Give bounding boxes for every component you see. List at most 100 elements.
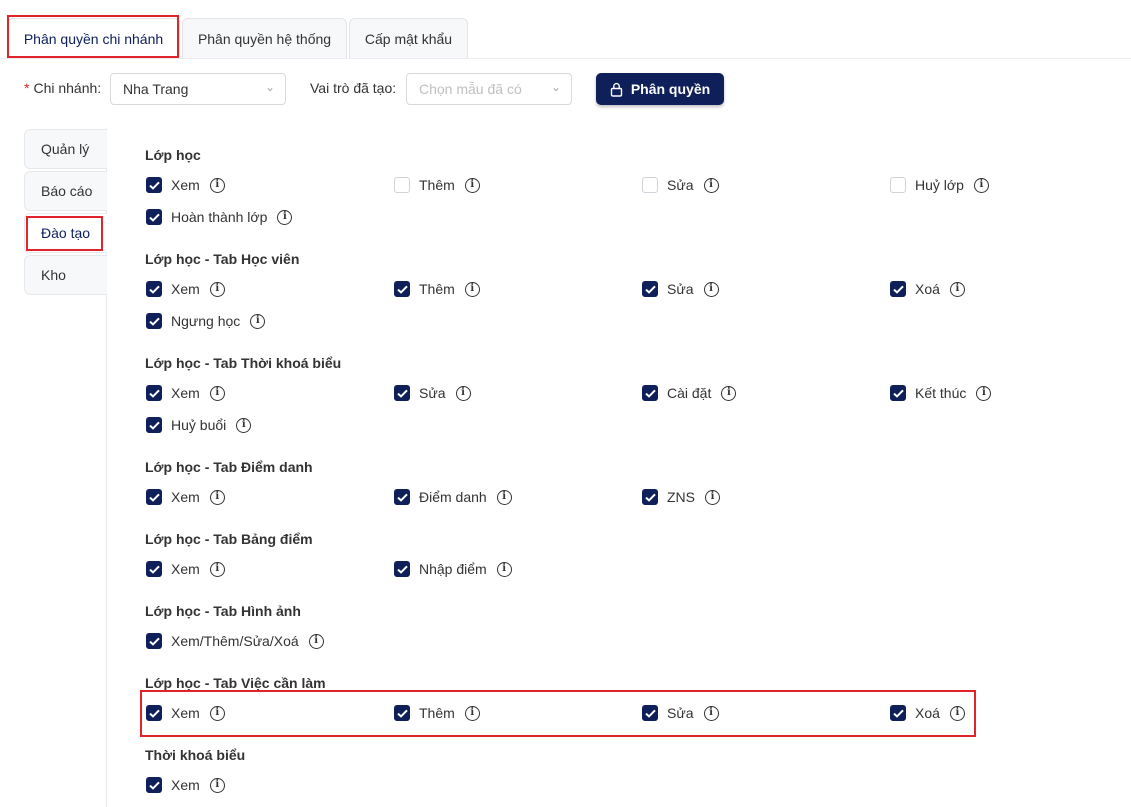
section-title: Lớp học - Tab Điểm danh — [145, 459, 313, 475]
permission-label: Huỷ buổi — [171, 417, 227, 433]
info-icon[interactable]: i — [976, 385, 992, 401]
sidebar-item-warehouse[interactable]: Kho — [24, 255, 107, 295]
checkbox-checked-icon[interactable] — [890, 385, 906, 401]
permission-xem-checkbox[interactable]: Xem i — [146, 487, 225, 507]
chevron-down-icon: ⌄ — [550, 80, 561, 94]
permission-sua-checkbox[interactable]: Sửa i — [394, 383, 471, 403]
permission-label: Cài đặt — [667, 385, 712, 401]
checkbox-checked-icon[interactable] — [146, 177, 162, 193]
info-icon[interactable]: i — [949, 281, 965, 297]
permission-xem-checkbox[interactable]: Xem i — [146, 775, 225, 795]
checkbox-checked-icon[interactable] — [394, 489, 410, 505]
info-icon[interactable]: i — [703, 177, 719, 193]
branch-label: * Chi nhánh: — [24, 80, 102, 96]
info-icon[interactable]: i — [250, 313, 266, 329]
permission-xoa-checkbox[interactable]: Xoá i — [890, 703, 965, 723]
permission-sua-checkbox[interactable]: Sửa i — [642, 279, 719, 299]
sidebar-item-management[interactable]: Quản lý — [24, 129, 107, 169]
checkbox-checked-icon[interactable] — [394, 281, 410, 297]
info-icon[interactable]: i — [496, 561, 512, 577]
info-icon[interactable]: i — [209, 777, 225, 793]
checkbox-checked-icon[interactable] — [394, 561, 410, 577]
info-icon[interactable]: i — [464, 177, 480, 193]
permission-sua-checkbox[interactable]: Sửa i — [642, 703, 719, 723]
checkbox-checked-icon[interactable] — [146, 777, 162, 793]
checkbox-checked-icon[interactable] — [394, 705, 410, 721]
permission-xem-them-sua-xoa-checkbox[interactable]: Xem/Thêm/Sửa/Xoá i — [146, 631, 324, 651]
permission-label: Xoá — [915, 705, 940, 721]
info-icon[interactable]: i — [973, 177, 989, 193]
info-icon[interactable]: i — [209, 177, 225, 193]
permission-label: Ngưng học — [171, 313, 241, 329]
permission-zns-checkbox[interactable]: ZNS i — [642, 487, 720, 507]
checkbox-checked-icon[interactable] — [890, 705, 906, 721]
permission-label: ZNS — [667, 489, 695, 505]
checkbox-checked-icon[interactable] — [146, 209, 162, 225]
permission-xem-checkbox[interactable]: Xem i — [146, 383, 225, 403]
info-icon[interactable]: i — [496, 489, 512, 505]
info-icon[interactable]: i — [209, 705, 225, 721]
permission-huy-lop-checkbox[interactable]: Huỷ lớp i — [890, 175, 989, 195]
info-icon[interactable]: i — [209, 489, 225, 505]
permission-label: Sửa — [667, 177, 694, 193]
info-icon[interactable]: i — [703, 281, 719, 297]
info-icon[interactable]: i — [705, 489, 720, 505]
assign-permission-button[interactable]: Phân quyền — [596, 73, 724, 105]
info-icon[interactable]: i — [703, 705, 719, 721]
checkbox-checked-icon[interactable] — [146, 633, 162, 649]
tab-password[interactable]: Cấp mật khẩu — [349, 18, 468, 58]
permission-diem-danh-checkbox[interactable]: Điểm danh i — [394, 487, 512, 507]
checkbox-unchecked-icon[interactable] — [890, 177, 906, 193]
checkbox-checked-icon[interactable] — [146, 281, 162, 297]
checkbox-checked-icon[interactable] — [146, 705, 162, 721]
permission-ket-thuc-checkbox[interactable]: Kết thúc i — [890, 383, 992, 403]
sidebar-item-training[interactable]: Đào tạo — [24, 213, 107, 253]
sidebar-item-reports[interactable]: Báo cáo — [24, 171, 107, 211]
permission-sua-checkbox[interactable]: Sửa i — [642, 175, 719, 195]
checkbox-checked-icon[interactable] — [642, 281, 658, 297]
info-icon[interactable]: i — [949, 705, 965, 721]
permission-ngung-hoc-checkbox[interactable]: Ngưng học i — [146, 311, 266, 331]
info-icon[interactable]: i — [236, 417, 252, 433]
checkbox-checked-icon[interactable] — [146, 313, 162, 329]
permission-xem-checkbox[interactable]: Xem i — [146, 703, 225, 723]
checkbox-unchecked-icon[interactable] — [394, 177, 410, 193]
info-icon[interactable]: i — [209, 561, 225, 577]
permission-xem-checkbox[interactable]: Xem i — [146, 175, 225, 195]
checkbox-unchecked-icon[interactable] — [642, 177, 658, 193]
branch-select[interactable]: Nha Trang ⌄ — [110, 73, 286, 105]
permission-xem-checkbox[interactable]: Xem i — [146, 279, 225, 299]
permission-huy-buoi-checkbox[interactable]: Huỷ buổi i — [146, 415, 252, 435]
chevron-down-icon: ⌄ — [264, 80, 275, 94]
info-icon[interactable]: i — [721, 385, 737, 401]
checkbox-checked-icon[interactable] — [642, 705, 658, 721]
info-icon[interactable]: i — [464, 705, 480, 721]
checkbox-checked-icon[interactable] — [394, 385, 410, 401]
permission-cai-dat-checkbox[interactable]: Cài đặt i — [642, 383, 737, 403]
permission-them-checkbox[interactable]: Thêm i — [394, 175, 480, 195]
permission-xem-checkbox[interactable]: Xem i — [146, 559, 225, 579]
checkbox-checked-icon[interactable] — [890, 281, 906, 297]
checkbox-checked-icon[interactable] — [146, 417, 162, 433]
checkbox-checked-icon[interactable] — [146, 561, 162, 577]
role-select[interactable]: Chọn mẫu đã có ⌄ — [406, 73, 572, 105]
permission-hoan-thanh-lop-checkbox[interactable]: Hoàn thành lớp i — [146, 207, 293, 227]
info-icon[interactable]: i — [464, 281, 480, 297]
info-icon[interactable]: i — [209, 385, 225, 401]
permission-label: Huỷ lớp — [915, 177, 964, 193]
permission-xoa-checkbox[interactable]: Xoá i — [890, 279, 965, 299]
checkbox-checked-icon[interactable] — [146, 489, 162, 505]
section-title: Lớp học - Tab Thời khoá biểu — [145, 355, 342, 371]
info-icon[interactable]: i — [209, 281, 225, 297]
checkbox-checked-icon[interactable] — [642, 489, 658, 505]
checkbox-checked-icon[interactable] — [642, 385, 658, 401]
info-icon[interactable]: i — [277, 209, 293, 225]
checkbox-checked-icon[interactable] — [146, 385, 162, 401]
permission-them-checkbox[interactable]: Thêm i — [394, 703, 480, 723]
permission-nhap-diem-checkbox[interactable]: Nhập điểm i — [394, 559, 512, 579]
info-icon[interactable]: i — [308, 633, 324, 649]
tab-system-permissions[interactable]: Phân quyền hệ thống — [182, 18, 347, 58]
info-icon[interactable]: i — [455, 385, 471, 401]
permission-them-checkbox[interactable]: Thêm i — [394, 279, 480, 299]
tab-branch-permissions[interactable]: Phân quyền chi nhánh — [7, 18, 180, 58]
